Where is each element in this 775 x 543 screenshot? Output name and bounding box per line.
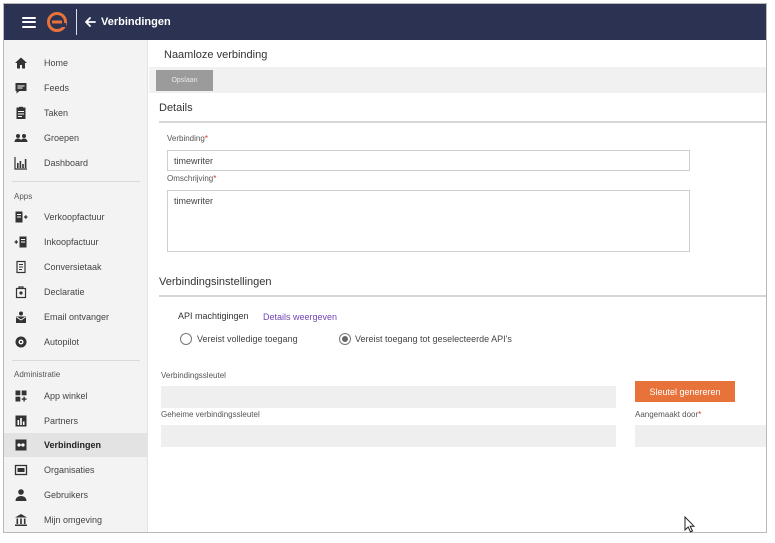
verbinding-label: Verbinding* [167,134,208,143]
organisations-icon [13,462,29,478]
required-marker: * [698,410,702,419]
save-button[interactable]: Opslaan [156,70,213,91]
sidebar-item-autopilot[interactable]: Autopilot [4,330,148,354]
sidebar-item-label: Conversietaak [44,262,102,272]
sidebar-item-label: App winkel [44,391,88,401]
sidebar-item-home[interactable]: Home [4,51,148,75]
feed-icon [13,80,29,96]
sidebar-item-label: Organisaties [44,465,95,475]
environment-icon [13,512,29,528]
sidebar-item-app-winkel[interactable]: App winkel [4,384,148,408]
sidebar-section-administratie: Administratie [14,370,61,379]
sidebar-item-label: Dashboard [44,158,89,168]
menu-icon[interactable] [22,16,36,28]
top-bar: Verbindingen [4,4,766,40]
sidebar-divider [12,181,140,182]
created-by-field[interactable] [635,425,766,447]
page-header-title: Verbindingen [101,16,171,28]
sidebar-item-verbindingen[interactable]: Verbindingen [4,433,148,457]
created-by-label: Aangemaakt door* [635,410,701,419]
created-by-label-text: Aangemaakt door [635,410,699,419]
sidebar-section-apps: Apps [14,192,33,201]
sidebar-item-label: Taken [44,108,69,118]
settings-section-title: Verbindingsinstellingen [159,276,272,288]
omschrijving-label: Omschrijving* [167,174,216,183]
radio-full-access-label[interactable]: Vereist volledige toegang [197,334,298,344]
required-marker: * [213,174,217,183]
sidebar-item-label: Email ontvanger [44,312,110,322]
api-permissions-label: API machtigingen [178,311,249,321]
verbinding-label-text: Verbinding [167,134,205,143]
expense-icon [13,284,29,300]
radio-selected-apis-label[interactable]: Vereist toegang tot geselecteerde API's [355,334,512,344]
toolbar [149,67,766,93]
generate-key-button[interactable]: Sleutel genereren [635,381,735,402]
main-content: Naamloze verbinding Opslaan Details Verb… [149,40,766,532]
email-receiver-icon [13,309,29,325]
sidebar: Home Feeds Taken Groepen Dashboard Apps … [4,40,148,532]
conversion-icon [13,259,29,275]
radio-full-access[interactable] [180,333,192,345]
connection-key-field[interactable] [161,386,616,408]
home-icon [13,55,29,71]
connections-icon [13,437,29,453]
sidebar-item-label: Home [44,58,69,68]
sidebar-item-label: Inkoopfactuur [44,237,99,247]
sidebar-item-label: Autopilot [44,337,80,347]
dashboard-icon [13,155,29,171]
sidebar-item-label: Partners [44,416,79,426]
section-divider [159,295,766,297]
verbinding-input[interactable] [167,150,690,171]
sidebar-item-inkoopfactuur[interactable]: Inkoopfactuur [4,230,148,254]
sidebar-item-declaratie[interactable]: Declaratie [4,280,148,304]
sidebar-item-email-ontvanger[interactable]: Email ontvanger [4,305,148,329]
sidebar-item-mijn-omgeving[interactable]: Mijn omgeving [4,508,148,532]
sidebar-item-dashboard[interactable]: Dashboard [4,151,148,175]
sidebar-divider [12,360,140,361]
sidebar-item-label: Gebruikers [44,490,89,500]
sidebar-item-label: Verbindingen [44,440,102,450]
app-store-icon [13,388,29,404]
page-title: Naamloze verbinding [164,49,268,61]
purchase-invoice-icon [13,234,29,250]
sidebar-item-gebruikers[interactable]: Gebruikers [4,483,148,507]
sidebar-item-feeds[interactable]: Feeds [4,76,148,100]
connection-key-label: Verbindingssleutel [161,371,226,380]
omschrijving-label-text: Omschrijving [167,174,214,183]
partners-icon [13,413,29,429]
sidebar-item-label: Verkoopfactuur [44,212,105,222]
sidebar-item-groepen[interactable]: Groepen [4,126,148,150]
sidebar-item-partners[interactable]: Partners [4,409,148,433]
secret-key-field[interactable] [161,425,616,447]
sidebar-item-label: Mijn omgeving [44,515,103,525]
tasks-icon [13,105,29,121]
sidebar-item-organisaties[interactable]: Organisaties [4,458,148,482]
autopilot-icon [13,334,29,350]
secret-key-label: Geheime verbindingssleutel [161,410,260,419]
brand-logo-icon[interactable] [46,11,68,33]
sidebar-item-label: Groepen [44,133,80,143]
sidebar-item-taken[interactable]: Taken [4,101,148,125]
section-divider [159,121,766,123]
users-icon [13,487,29,503]
sidebar-item-label: Feeds [44,83,70,93]
required-marker: * [204,134,208,143]
sidebar-item-label: Declaratie [44,287,85,297]
back-arrow-icon[interactable] [83,15,97,29]
mouse-cursor-icon [684,516,696,533]
details-section-title: Details [159,102,193,114]
sales-invoice-icon [13,209,29,225]
details-link[interactable]: Details weergeven [263,312,337,322]
sidebar-item-conversietaak[interactable]: Conversietaak [4,255,148,279]
sidebar-item-verkoopfactuur[interactable]: Verkoopfactuur [4,205,148,229]
radio-selected-apis[interactable] [339,333,351,345]
omschrijving-textarea[interactable]: timewriter [167,190,690,252]
topbar-divider [76,9,77,35]
groups-icon [13,130,29,146]
app-window: Verbindingen Home Feeds Taken Groepen Da… [3,3,767,533]
